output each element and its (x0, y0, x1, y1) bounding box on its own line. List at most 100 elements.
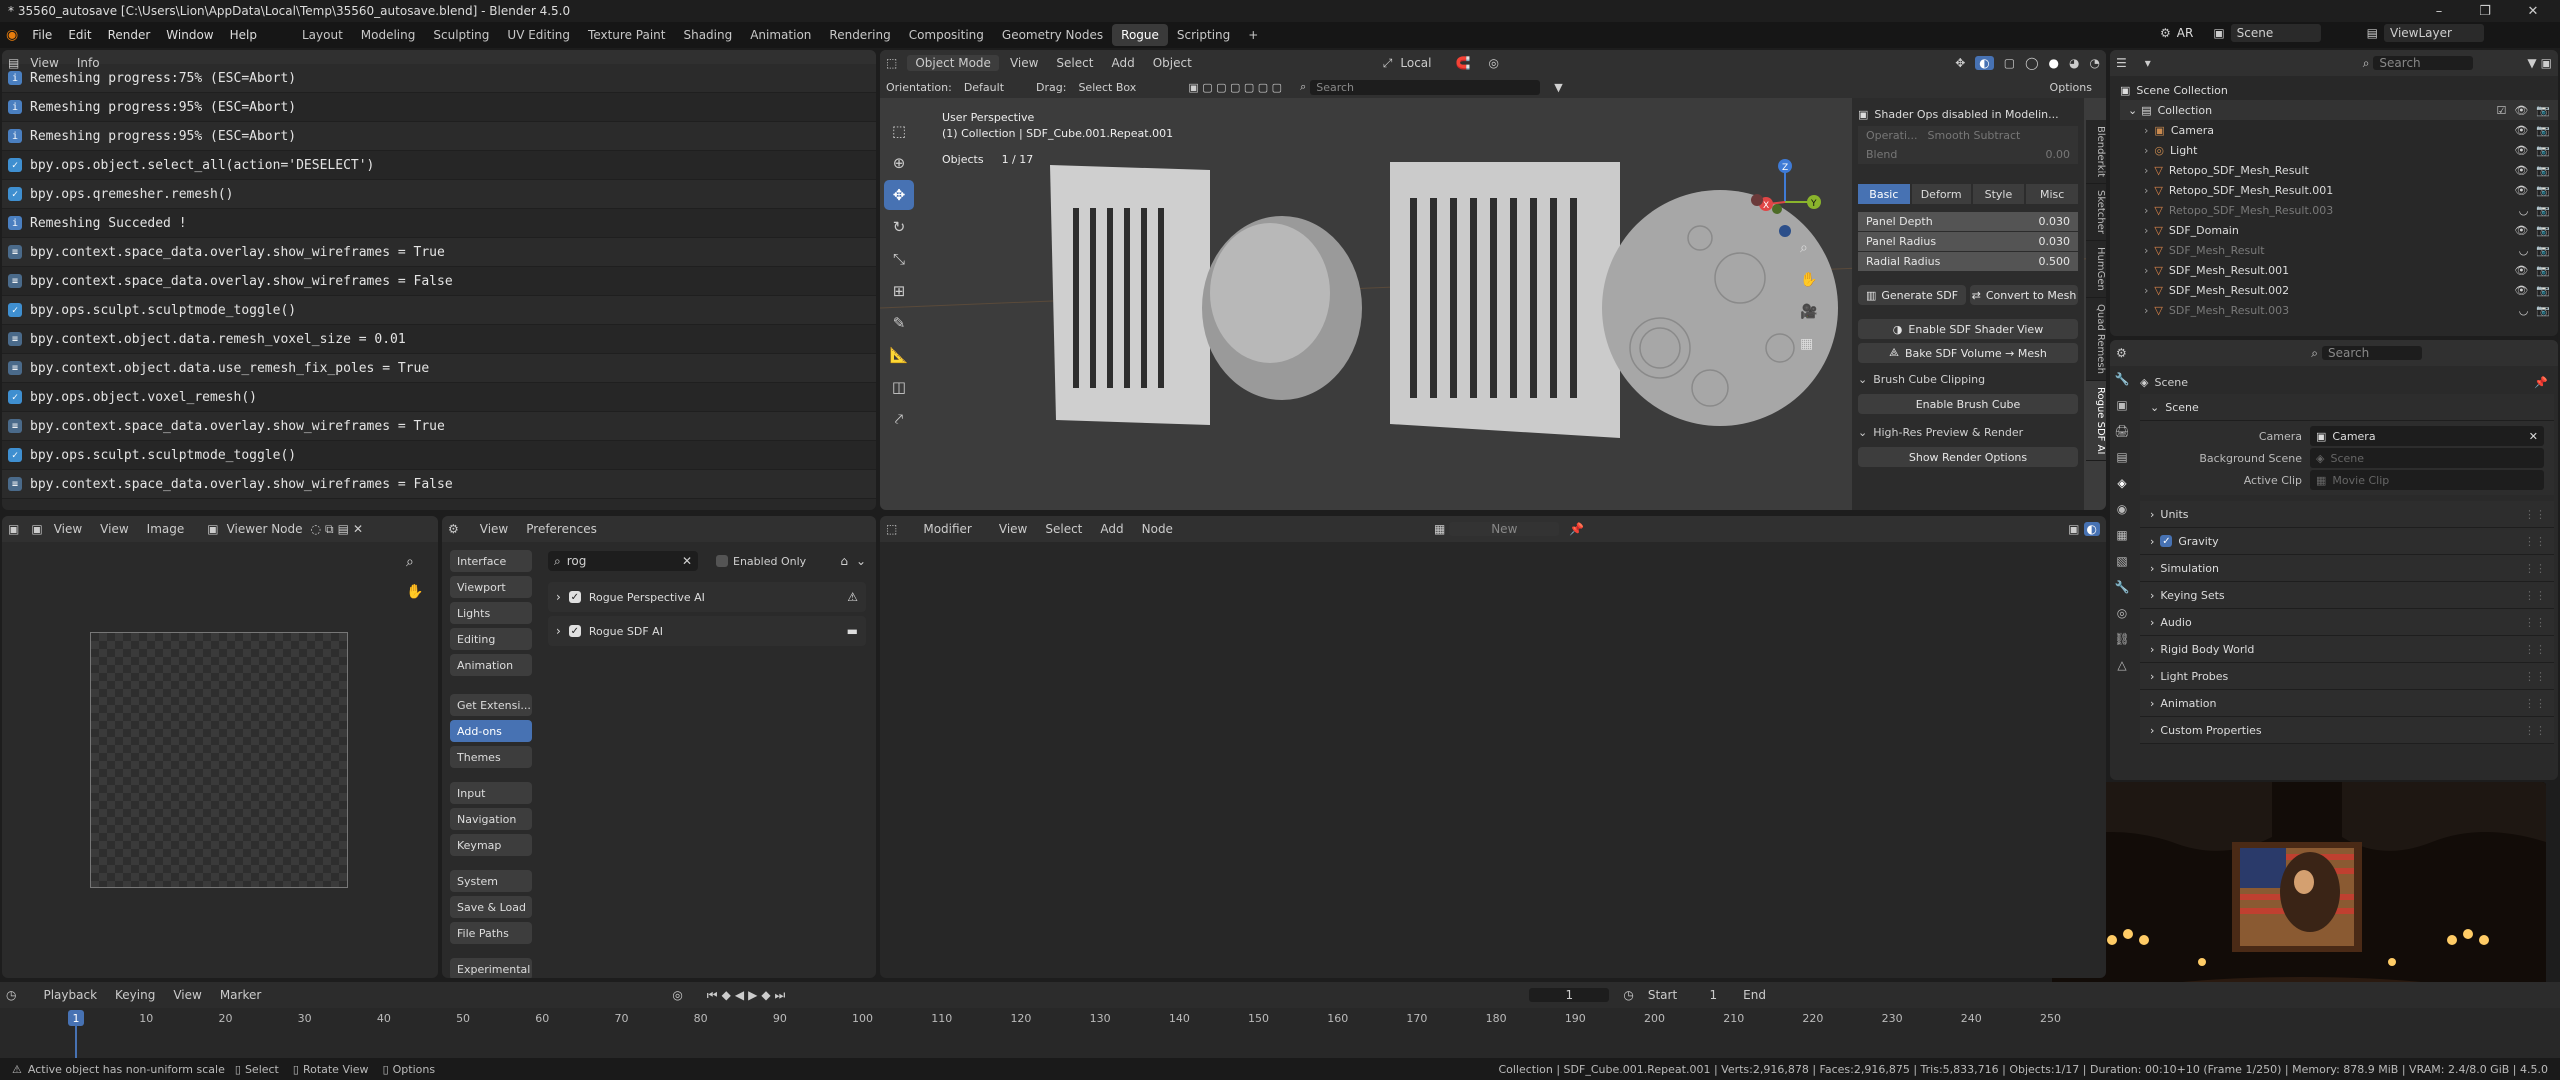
viewport-menu-add[interactable]: Add (1104, 56, 1141, 70)
prop-section-keying-sets[interactable]: › Keying Sets ⋮⋮ (2140, 582, 2554, 609)
close-icon[interactable]: ✕ (353, 522, 363, 536)
scene-tab-icon[interactable]: ◈ (2117, 476, 2126, 490)
node-gizmo-icon[interactable]: ◐ (2083, 522, 2100, 536)
new-collection-icon[interactable]: ▣ (2541, 56, 2552, 70)
editor-type-icon[interactable]: ⚙ (448, 522, 459, 536)
editor-type-icon[interactable]: ☰ (2116, 56, 2127, 70)
eye-icon[interactable]: 👁 (2514, 224, 2528, 237)
npanel-field-panel-radius[interactable]: Panel Radius 0.030 (1858, 232, 2078, 251)
display-mode-icon[interactable]: ▾ (2145, 56, 2151, 70)
pref-category-navigation[interactable]: Navigation (450, 808, 532, 830)
collection-row[interactable]: ⌄ ▤ Collection ☑ 👁 📷 (2120, 100, 2558, 120)
workspace-tab-rendering[interactable]: Rendering (820, 24, 899, 46)
clear-search-icon[interactable]: ✕ (682, 554, 692, 568)
npanel-tab-style[interactable]: Style (1972, 184, 2025, 204)
camera-restrict-icon[interactable]: 📷 (2536, 284, 2550, 297)
gravity-checkbox[interactable]: ✓ (2160, 535, 2173, 547)
workspace-tab-layout[interactable]: Layout (293, 24, 352, 46)
pref-category-save-load[interactable]: Save & Load (450, 896, 532, 918)
minimize-button[interactable]: – (2416, 0, 2462, 22)
outliner-row[interactable]: › ◎ Light 👁 📷 (2120, 140, 2558, 160)
3d-viewport[interactable]: ⬚ Object Mode View Select Add Object ⤢ L… (880, 50, 2106, 510)
info-menu-info[interactable]: Info (70, 56, 107, 70)
xray-icon[interactable]: ▢ (2004, 56, 2015, 70)
bake-sdf-button[interactable]: ⟁ Bake SDF Volume → Mesh (1858, 343, 2078, 363)
eye-icon[interactable]: ◡ (2519, 244, 2529, 257)
outliner-row[interactable]: › ▽ SDF_Mesh_Result.002 👁 📷 (2120, 280, 2558, 300)
enabled-only-checkbox[interactable] (716, 555, 728, 567)
shading-wire-icon[interactable]: ◯ (2025, 56, 2038, 70)
menu-file[interactable]: File (24, 24, 60, 46)
viewport-menu-view[interactable]: View (1003, 56, 1045, 70)
editor-type-icon[interactable]: ◷ (6, 988, 16, 1002)
pref-category-experimental[interactable]: Experimental (450, 958, 532, 978)
workspace-tab-geometry-nodes[interactable]: Geometry Nodes (993, 24, 1112, 46)
gizmo-toggle-icon[interactable]: ✥ (1955, 56, 1965, 70)
fake-user-icon[interactable]: ◌ (311, 522, 321, 536)
pref-category-file-paths[interactable]: File Paths (450, 922, 532, 944)
data-tab-icon[interactable]: △ (2117, 658, 2126, 672)
chevron-right-icon[interactable]: › (2144, 264, 2148, 277)
npanel-tab-misc[interactable]: Misc (2026, 184, 2078, 204)
camera-restrict-icon[interactable]: 📷 (2536, 124, 2550, 137)
overlay-toggle-icon[interactable]: ◐ (1975, 56, 1994, 70)
shading-solid-icon[interactable]: ● (2049, 56, 2059, 70)
camera-restrict-icon[interactable]: 📷 (2536, 244, 2550, 257)
pref-category-system[interactable]: System (450, 870, 532, 892)
outliner-row[interactable]: › ▣ Camera 👁 📷 (2120, 120, 2558, 140)
outliner-row[interactable]: › ▽ SDF_Domain 👁 📷 (2120, 220, 2558, 240)
prop-section-rigid-body-world[interactable]: › Rigid Body World ⋮⋮ (2140, 636, 2554, 663)
node-menu-view[interactable]: View (992, 522, 1034, 536)
duplicate-icon[interactable]: ⧉ (325, 522, 334, 537)
outliner-search[interactable]: Search (2373, 56, 2474, 70)
filter-icon[interactable]: ▼ (1554, 81, 1562, 94)
drag-handle-icon[interactable]: ⋮⋮ (2524, 697, 2546, 710)
world-tab-icon[interactable]: ◉ (2117, 502, 2127, 516)
npanel-tab-basic[interactable]: Basic (1858, 184, 1910, 204)
editor-type-icon[interactable]: ▤ (8, 56, 19, 70)
pref-category-get-extensi-[interactable]: Get Extensi... (450, 694, 532, 716)
node-menu-add[interactable]: Add (1093, 522, 1130, 536)
field-value[interactable]: 0.030 (2039, 235, 2071, 248)
sidebar-tab-quad-remesh[interactable]: Quad Remesh (2086, 298, 2106, 382)
image-view-selector[interactable]: View (47, 522, 89, 536)
outliner-row[interactable]: › ▽ Retopo_SDF_Mesh_Result.001 👁 📷 (2120, 180, 2558, 200)
drag-handle-icon[interactable]: ⋮⋮ (2524, 562, 2546, 575)
workspace-tab-texture-paint[interactable]: Texture Paint (579, 24, 674, 46)
addon-enabled-checkbox[interactable]: ✓ (568, 625, 581, 637)
prop-section-animation[interactable]: › Animation ⋮⋮ (2140, 690, 2554, 717)
drag-handle-icon[interactable]: ⋮⋮ (2524, 589, 2546, 602)
chevron-right-icon[interactable]: › (2144, 184, 2148, 197)
chevron-right-icon[interactable]: › (2144, 144, 2148, 157)
camera-restrict-icon[interactable]: 📷 (2536, 144, 2550, 157)
generate-sdf-button[interactable]: ▥ Generate SDF (1858, 285, 1966, 305)
tag-icon[interactable]: ⌂ (840, 554, 848, 568)
pin-icon[interactable]: 📌 (1569, 522, 1584, 536)
addon-row[interactable]: › ✓ Rogue Perspective AI ⚠ (548, 582, 866, 612)
snap-icon[interactable]: 🧲 (1456, 56, 1471, 70)
camera-view-icon[interactable]: 🎥 (1800, 304, 1817, 320)
eye-icon[interactable]: 👁 (2514, 264, 2528, 277)
output-tab-icon[interactable]: 🖨 (2114, 424, 2129, 438)
drag-handle-icon[interactable]: ⋮⋮ (2524, 670, 2546, 683)
preferences-menu-preferences[interactable]: Preferences (519, 522, 604, 536)
viewer-node-selector[interactable]: Viewer Node (223, 522, 307, 536)
pref-category-input[interactable]: Input (450, 782, 532, 804)
mode-selector[interactable]: Object Mode (907, 55, 999, 71)
addon-search-input[interactable]: ⌕ rog ✕ (548, 551, 698, 571)
shading-rendered-icon[interactable]: ◔ (2090, 56, 2100, 70)
drag-handle-icon[interactable]: ⋮⋮ (2524, 535, 2546, 548)
chevron-right-icon[interactable]: › (2144, 204, 2148, 217)
viewport-menu-select[interactable]: Select (1049, 56, 1100, 70)
chevron-right-icon[interactable]: › (2144, 224, 2148, 237)
operation-value[interactable]: Smooth Subtract (1928, 129, 2070, 142)
physics-tab-icon[interactable]: ◎ (2117, 606, 2127, 620)
chevron-right-icon[interactable]: › (556, 590, 561, 604)
chevron-right-icon[interactable]: › (2144, 164, 2148, 177)
scene-collection-row[interactable]: ▣ Scene Collection (2120, 80, 2558, 100)
playhead[interactable]: 1 (68, 1010, 84, 1026)
sidebar-tab-humgen[interactable]: HumGen (2086, 241, 2106, 299)
collection-tab-icon[interactable]: ▦ (2116, 528, 2127, 542)
new-node-tree-button[interactable]: New (1449, 522, 1560, 536)
pan-hand-icon[interactable]: ✋ (406, 584, 423, 600)
